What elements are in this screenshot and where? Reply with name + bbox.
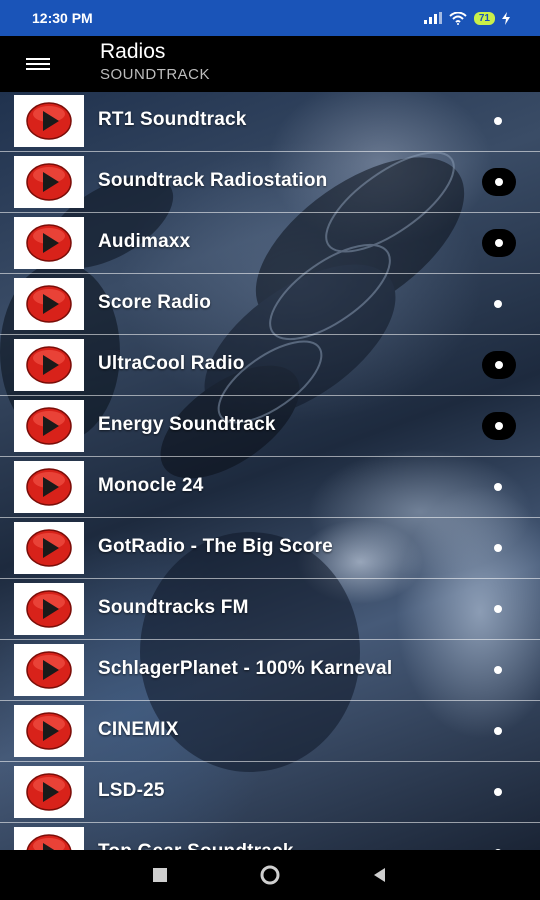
play-button-icon (26, 590, 72, 628)
station-name: RT1 Soundtrack (98, 109, 247, 130)
page-title: Radios (100, 40, 166, 63)
play-button-icon (26, 773, 72, 811)
station-name: CINEMIX (98, 719, 179, 740)
station-menu-dot-icon[interactable] (482, 168, 516, 196)
station-row[interactable]: SchlagerPlanet - 100% Karneval (0, 640, 540, 701)
station-thumbnail (14, 827, 84, 850)
station-menu-dot-icon[interactable] (494, 300, 502, 308)
back-triangle-icon[interactable] (370, 865, 390, 885)
station-row[interactable]: LSD-25 (0, 762, 540, 823)
station-name: LSD-25 (98, 780, 165, 801)
station-name: GotRadio - The Big Score (98, 536, 333, 557)
play-button-icon (26, 407, 72, 445)
recents-square-icon[interactable] (150, 865, 170, 885)
station-menu-dot-icon[interactable] (494, 117, 502, 125)
station-thumbnail (14, 583, 84, 635)
play-button-icon (26, 651, 72, 689)
charging-icon (502, 11, 510, 25)
play-button-icon (26, 224, 72, 262)
station-row[interactable]: CINEMIX (0, 701, 540, 762)
wifi-icon (449, 11, 467, 25)
station-name: SchlagerPlanet - 100% Karneval (98, 658, 393, 679)
station-menu-dot-icon[interactable] (482, 412, 516, 440)
station-name: UltraCool Radio (98, 353, 245, 374)
station-menu-dot-icon[interactable] (482, 229, 516, 257)
station-row[interactable]: Soundtracks FM (0, 579, 540, 640)
station-thumbnail (14, 400, 84, 452)
hamburger-menu-icon[interactable] (24, 50, 54, 78)
station-thumbnail (14, 278, 84, 330)
station-menu-dot-icon[interactable] (494, 666, 502, 674)
station-thumbnail (14, 95, 84, 147)
page-subtitle: SOUNDTRACK (100, 66, 211, 83)
play-button-icon (26, 468, 72, 506)
status-time: 12:30 PM (32, 10, 93, 26)
play-button-icon (26, 529, 72, 567)
station-row[interactable]: UltraCool Radio (0, 335, 540, 396)
station-thumbnail (14, 644, 84, 696)
station-menu-dot-icon[interactable] (494, 483, 502, 491)
play-button-icon (26, 285, 72, 323)
status-icons: 71 (423, 11, 510, 25)
station-row[interactable]: Monocle 24 (0, 457, 540, 518)
home-circle-icon[interactable] (260, 865, 280, 885)
station-row[interactable]: Soundtrack Radiostation (0, 152, 540, 213)
station-row[interactable]: Audimaxx (0, 213, 540, 274)
station-row[interactable]: GotRadio - The Big Score (0, 518, 540, 579)
station-thumbnail (14, 522, 84, 574)
app-bar: Radios SOUNDTRACK (0, 36, 540, 92)
station-row[interactable]: Top Gear Soundtrack (0, 823, 540, 850)
station-thumbnail (14, 705, 84, 757)
play-button-icon (26, 712, 72, 750)
station-menu-dot-icon[interactable] (494, 788, 502, 796)
signal-icon (423, 12, 442, 24)
station-menu-dot-icon[interactable] (494, 544, 502, 552)
station-name: Audimaxx (98, 231, 191, 252)
station-list[interactable]: RT1 Soundtrack Soundtrack Radiostation Aud… (0, 92, 540, 850)
status-bar: 12:30 PM 71 (0, 0, 540, 36)
station-thumbnail (14, 217, 84, 269)
station-name: Monocle 24 (98, 475, 204, 496)
station-menu-dot-icon[interactable] (494, 605, 502, 613)
play-button-icon (26, 102, 72, 140)
station-name: Soundtracks FM (98, 597, 249, 618)
battery-icon: 71 (473, 11, 495, 25)
station-thumbnail (14, 156, 84, 208)
station-name: Score Radio (98, 292, 212, 313)
play-button-icon (26, 346, 72, 384)
station-thumbnail (14, 339, 84, 391)
play-button-icon (26, 163, 72, 201)
system-nav-bar (0, 850, 540, 900)
station-row[interactable]: RT1 Soundtrack (0, 92, 540, 152)
station-name: Soundtrack Radiostation (98, 170, 328, 191)
station-row[interactable]: Energy Soundtrack (0, 396, 540, 457)
station-row[interactable]: Score Radio (0, 274, 540, 335)
station-thumbnail (14, 766, 84, 818)
station-name: Energy Soundtrack (98, 414, 276, 435)
play-button-icon (26, 834, 72, 850)
station-name: Top Gear Soundtrack (98, 841, 294, 850)
station-menu-dot-icon[interactable] (482, 351, 516, 379)
station-menu-dot-icon[interactable] (494, 727, 502, 735)
station-thumbnail (14, 461, 84, 513)
